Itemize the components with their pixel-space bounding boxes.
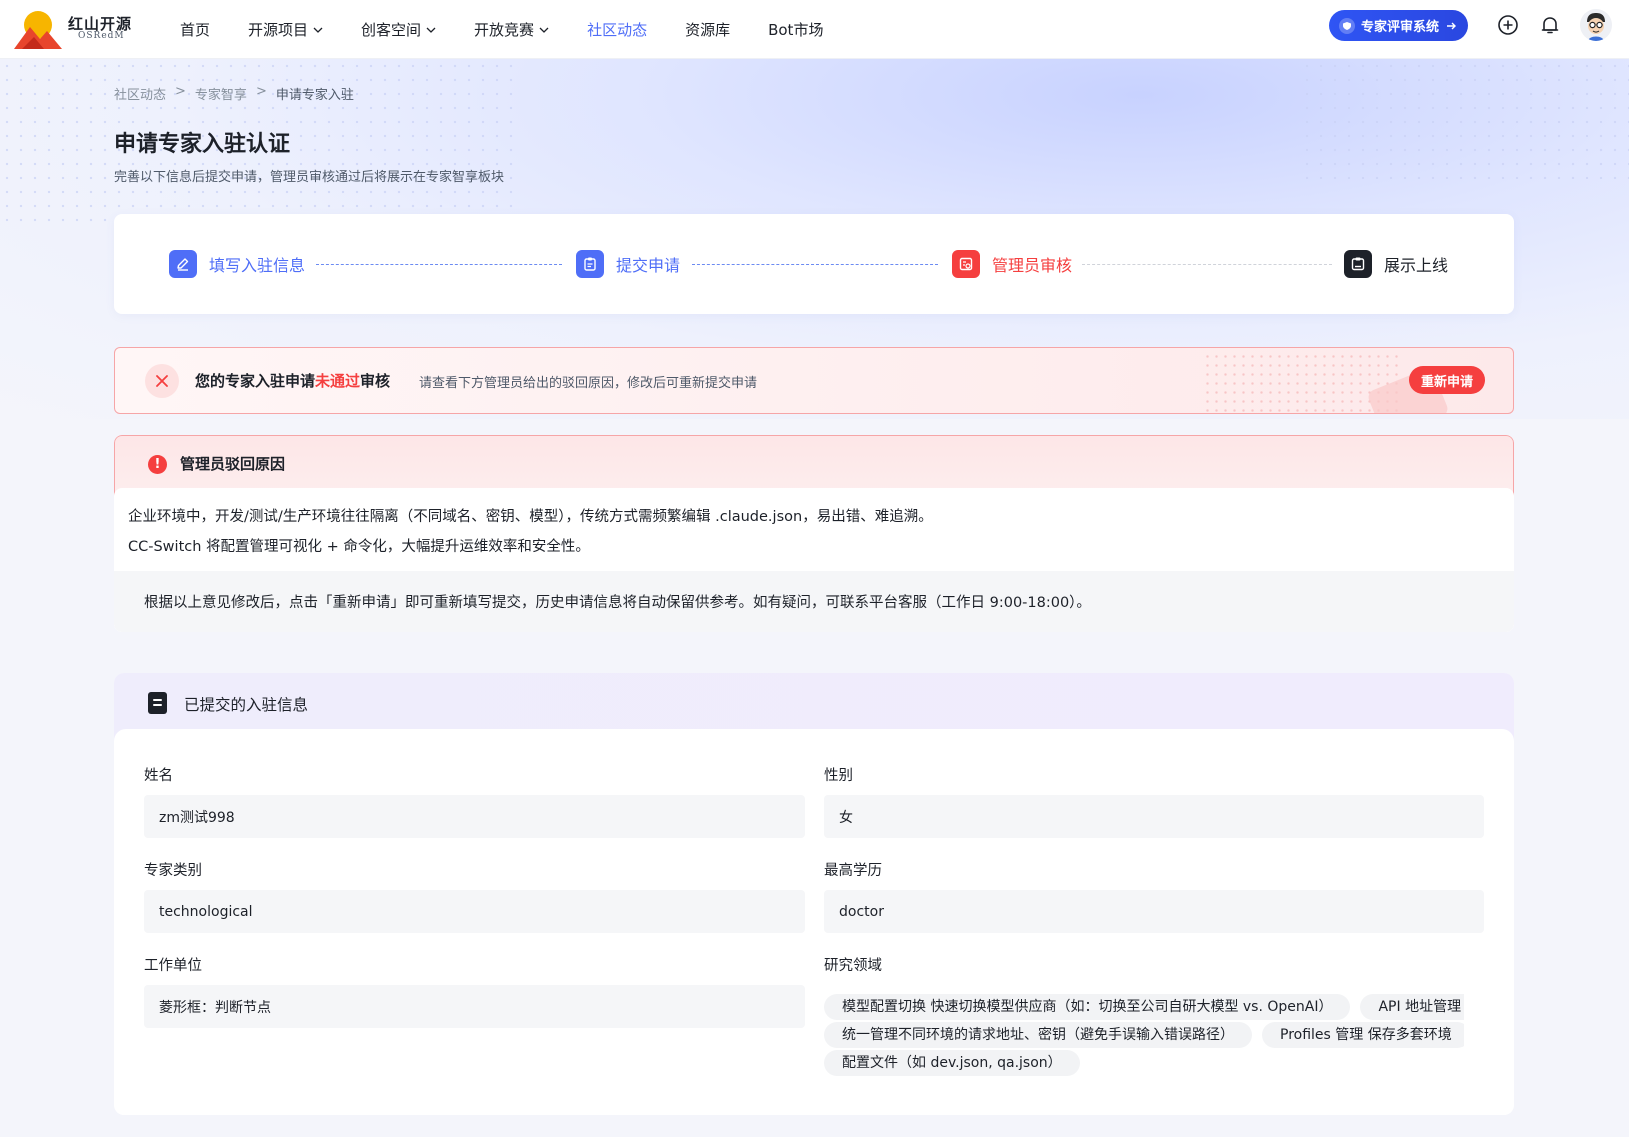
review-icon — [952, 250, 980, 278]
nav-item-community-news[interactable]: 社区动态 — [587, 19, 647, 40]
step-admin-review: 管理员审核 — [952, 250, 1072, 278]
rejection-banner: 您的专家入驻申请未通过审核 请查看下方管理员给出的驳回原因，修改后可重新提交申请… — [114, 347, 1514, 414]
expert-category-field: technological — [144, 890, 805, 933]
step-fill-info: 填写入驻信息 — [169, 250, 305, 278]
nav-item-home[interactable]: 首页 — [180, 19, 210, 40]
nav-item-label: 资源库 — [685, 21, 731, 39]
rejection-reason-note: 根据以上意见修改后，点击「重新申请」即可重新填写提交，历史申请信息将自动保留供参… — [114, 571, 1514, 632]
avatar[interactable] — [1580, 9, 1612, 41]
expert-review-system-label: 专家评审系统 — [1361, 20, 1440, 35]
chevron-down-icon — [313, 27, 323, 33]
nav-item-open-source-projects[interactable]: 开源项目 — [248, 19, 323, 40]
rejection-title-prefix: 您的专家入驻申请 — [195, 372, 316, 390]
page-title: 申请专家入驻认证 — [114, 132, 291, 157]
step-connector — [1082, 264, 1332, 265]
nav-item-resource-library[interactable]: 资源库 — [685, 19, 730, 40]
brand-logo[interactable]: 红山开源 OSRedM — [14, 6, 154, 52]
reapply-button[interactable]: 重新申请 — [1409, 366, 1485, 394]
research-tag: 模型配置切换 快速切换模型供应商（如：切换至公司自研大模型 vs. OpenAI… — [824, 994, 1351, 1020]
nav-item-open-competition[interactable]: 开放竞赛 — [474, 19, 549, 40]
page-subtitle: 完善以下信息后提交申请，管理员审核通过后将展示在专家智享板块 — [114, 170, 505, 185]
arrow-right-icon — [1447, 22, 1457, 29]
close-circle-icon — [145, 364, 179, 398]
avatar-illustration-icon — [1580, 9, 1612, 41]
name-field: zm测试998 — [144, 795, 805, 838]
education-label: 最高学历 — [824, 863, 882, 879]
submitted-info-body: 姓名 zm测试998 性别 女 专家类别 technological 最高学历 … — [114, 729, 1514, 1115]
rejection-title-highlight: 未通过 — [315, 372, 361, 390]
submitted-info-title: 已提交的入驻信息 — [184, 696, 309, 714]
nav-item-bot-market[interactable]: Bot市场 — [768, 19, 823, 40]
rejection-reason-title: 管理员驳回原因 — [180, 455, 286, 473]
clipboard-icon — [576, 250, 604, 278]
plus-circle-icon[interactable] — [1497, 14, 1519, 36]
top-navigation: 红山开源 OSRedM 首页 开源项目 创客空间 开放竞赛 社区动态 资源库 B… — [0, 0, 1629, 59]
research-field-tags: 模型配置切换 快速切换模型供应商（如：切换至公司自研大模型 vs. OpenAI… — [824, 993, 1464, 1086]
edit-icon — [169, 250, 197, 278]
nav-item-label: Bot市场 — [768, 21, 824, 39]
shield-icon — [1339, 17, 1355, 34]
rejection-title-suffix: 审核 — [360, 372, 391, 390]
step-connector — [316, 264, 562, 265]
rejection-reason-card: ! 管理员驳回原因 企业环境中，开发/测试/生产环境往往隔离（不同域名、密钥、模… — [114, 435, 1514, 632]
expert-category-label: 专家类别 — [144, 863, 202, 879]
employer-label: 工作单位 — [144, 958, 202, 974]
breadcrumb-separator: > — [175, 84, 186, 99]
expert-review-system-button[interactable]: 专家评审系统 — [1329, 10, 1468, 41]
employer-field: 菱形框：判断节点 — [144, 985, 805, 1028]
nav-item-label: 开放竞赛 — [474, 21, 535, 39]
name-label: 姓名 — [144, 768, 173, 784]
application-steps: 填写入驻信息 提交申请 管理员审核 展示上线 — [114, 214, 1514, 314]
alert-circle-icon: ! — [148, 455, 167, 474]
chevron-down-icon — [426, 27, 436, 33]
bell-icon[interactable] — [1539, 14, 1561, 36]
breadcrumb-item-community-news[interactable]: 社区动态 — [114, 84, 166, 103]
nav-item-label: 创客空间 — [361, 21, 422, 39]
step-label: 提交申请 — [616, 256, 681, 275]
step-submit: 提交申请 — [576, 250, 680, 278]
dot-pattern — [1300, 59, 1629, 179]
brand-name-cn: 红山开源 — [68, 14, 133, 33]
publish-icon — [1344, 250, 1372, 278]
brand-name-en: OSRedM — [78, 31, 125, 42]
chevron-down-icon — [539, 27, 549, 33]
breadcrumb-item-expert-share[interactable]: 专家智享 — [195, 84, 247, 103]
step-publish: 展示上线 — [1344, 250, 1448, 278]
nav-item-label: 社区动态 — [587, 21, 648, 39]
gender-field: 女 — [824, 795, 1484, 838]
main-nav: 首页 开源项目 创客空间 开放竞赛 社区动态 资源库 Bot市场 — [180, 0, 861, 59]
research-field-label: 研究领域 — [824, 958, 882, 974]
rejection-description: 请查看下方管理员给出的驳回原因，修改后可重新提交申请 — [419, 376, 758, 391]
nav-item-maker-space[interactable]: 创客空间 — [361, 19, 436, 40]
breadcrumb: 社区动态 > 专家智享 > 申请专家入驻 — [114, 84, 354, 103]
rejection-reason-line: 企业环境中，开发/测试/生产环境往往隔离（不同域名、密钥、模型），传统方式需频繁… — [128, 509, 933, 525]
step-label: 管理员审核 — [992, 256, 1073, 275]
document-icon — [148, 692, 167, 714]
rejection-reason-line: CC-Switch 将配置管理可视化 + 命令化，大幅提升运维效率和安全性。 — [128, 539, 590, 555]
rejection-reason-body: 企业环境中，开发/测试/生产环境往往隔离（不同域名、密钥、模型），传统方式需频繁… — [114, 488, 1514, 632]
breadcrumb-separator: > — [255, 84, 267, 99]
rejection-title: 您的专家入驻申请未通过审核 — [195, 370, 390, 391]
step-label: 展示上线 — [1384, 256, 1449, 275]
logo-mark-icon — [14, 11, 62, 49]
breadcrumb-item-current: 申请专家入驻 — [275, 88, 354, 103]
nav-item-label: 开源项目 — [248, 21, 309, 39]
submitted-info-card: 已提交的入驻信息 姓名 zm测试998 性别 女 专家类别 technologi… — [114, 673, 1514, 1115]
gender-label: 性别 — [824, 768, 853, 784]
step-connector — [692, 264, 938, 265]
step-label: 填写入驻信息 — [209, 256, 306, 275]
education-field: doctor — [824, 890, 1484, 933]
nav-item-label: 首页 — [180, 21, 211, 39]
